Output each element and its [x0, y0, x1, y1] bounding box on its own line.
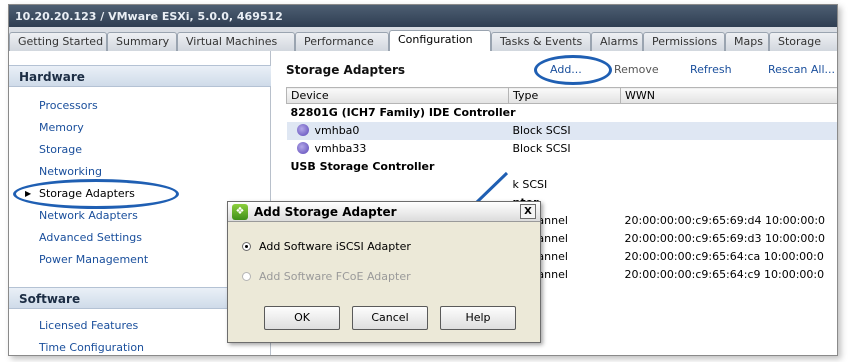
table-row[interactable]: vmhba0 Block SCSI	[286, 121, 837, 140]
radio-disabled-icon	[242, 272, 251, 281]
vmware-logo-icon: ❖	[232, 204, 248, 220]
cell-wwn	[621, 140, 838, 158]
column-wwn[interactable]: WWN	[620, 87, 837, 104]
annotation-oval-storage-adapters	[13, 179, 179, 209]
adapter-icon	[296, 142, 309, 154]
cell-wwn	[621, 176, 838, 194]
remove-button[interactable]: Remove	[614, 63, 659, 76]
cancel-button[interactable]: Cancel	[352, 306, 428, 330]
cell-wwn	[621, 194, 838, 212]
storage-adapters-toolbar: Storage Adapters Add... Remove Refresh R…	[272, 51, 837, 87]
nav-memory[interactable]: Memory	[39, 121, 84, 134]
tab-virtual-machines[interactable]: Virtual Machines	[177, 32, 295, 51]
refresh-button[interactable]: Refresh	[690, 63, 732, 76]
dialog-title: Add Storage Adapter	[254, 205, 397, 219]
cell-wwn	[620, 121, 837, 140]
option-iscsi[interactable]: Add Software iSCSI Adapter	[242, 240, 411, 253]
add-storage-adapter-dialog: ❖ Add Storage Adapter X Add Software iSC…	[227, 201, 541, 343]
cell-device: vmhba0	[286, 121, 509, 140]
cell-wwn: 20:00:00:00:c9:65:64:ca 10:00:00:0	[624, 250, 824, 263]
nav-storage[interactable]: Storage	[39, 143, 82, 156]
cell-device	[287, 176, 509, 194]
nav-licensed-features[interactable]: Licensed Features	[39, 319, 138, 332]
nav-networking[interactable]: Networking	[39, 165, 102, 178]
nav-power-management[interactable]: Power Management	[39, 253, 148, 266]
tab-getting-started[interactable]: Getting Started	[9, 32, 107, 51]
cell-group: 82801G (ICH7 Family) IDE Controller	[290, 106, 516, 120]
tab-summary[interactable]: Summary	[107, 32, 177, 51]
nav-advanced-settings[interactable]: Advanced Settings	[39, 231, 142, 244]
cell-device: vmhba33	[287, 140, 509, 158]
tab-maps[interactable]: Maps	[725, 32, 769, 51]
tab-tasks-events[interactable]: Tasks & Events	[491, 32, 591, 51]
close-button[interactable]: X	[520, 204, 536, 219]
cell-wwn: 20:00:00:00:c9:65:69:d3 10:00:00:0	[624, 232, 826, 245]
cell-type: k SCSI	[512, 178, 548, 191]
table-row[interactable]: 82801G (ICH7 Family) IDE Controller	[287, 104, 838, 122]
column-type[interactable]: Type	[508, 87, 621, 104]
cell-type: Block SCSI	[512, 142, 571, 155]
table-row[interactable]: USB Storage Controller	[287, 158, 838, 176]
cell-device-text: vmhba33	[314, 142, 367, 155]
cell-wwn: 20:00:00:00:c9:65:64:c9 10:00:00:0	[624, 268, 825, 281]
table-row[interactable]: vmhba33 Block SCSI	[287, 140, 838, 158]
cell-type: Block SCSI	[508, 121, 621, 140]
nav-time-configuration[interactable]: Time Configuration	[39, 341, 144, 354]
annotation-oval-add	[534, 55, 612, 85]
tab-storage[interactable]: Storage	[769, 32, 837, 51]
cell-group: USB Storage Controller	[290, 160, 435, 173]
nav-network-adapters[interactable]: Network Adapters	[39, 209, 138, 222]
adapter-icon	[296, 124, 309, 136]
cell-device-text: vmhba0	[314, 124, 360, 137]
dialog-titlebar: ❖ Add Storage Adapter X	[228, 202, 540, 222]
radio-selected-icon[interactable]	[242, 242, 251, 251]
cell-wwn	[621, 302, 838, 320]
option-fcoe-label: Add Software FCoE Adapter	[259, 270, 411, 283]
cell-wwn: 20:00:00:00:c9:65:69:d4 10:00:00:0	[624, 214, 826, 227]
tab-alarms[interactable]: Alarms	[591, 32, 643, 51]
tab-permissions[interactable]: Permissions	[643, 32, 725, 51]
hardware-header: Hardware	[9, 65, 271, 87]
column-device[interactable]: Device	[286, 87, 509, 104]
window-title: 10.20.20.123 / VMware ESXi, 5.0.0, 46951…	[9, 5, 837, 27]
tab-performance[interactable]: Performance	[295, 32, 389, 51]
help-button[interactable]: Help	[440, 306, 516, 330]
ok-button[interactable]: OK	[264, 306, 340, 330]
cell-wwn	[621, 284, 838, 302]
table-row[interactable]: k SCSI	[287, 176, 838, 194]
vsphere-client-window: 10.20.20.123 / VMware ESXi, 5.0.0, 46951…	[8, 4, 838, 356]
option-fcoe: Add Software FCoE Adapter	[242, 270, 411, 283]
rescan-all-button[interactable]: Rescan All...	[768, 63, 835, 76]
tab-configuration[interactable]: Configuration	[389, 30, 491, 52]
tab-bar: Getting Started Summary Virtual Machines…	[9, 27, 837, 52]
page-title: Storage Adapters	[286, 63, 406, 77]
option-iscsi-label: Add Software iSCSI Adapter	[259, 240, 411, 253]
nav-processors[interactable]: Processors	[39, 99, 98, 112]
